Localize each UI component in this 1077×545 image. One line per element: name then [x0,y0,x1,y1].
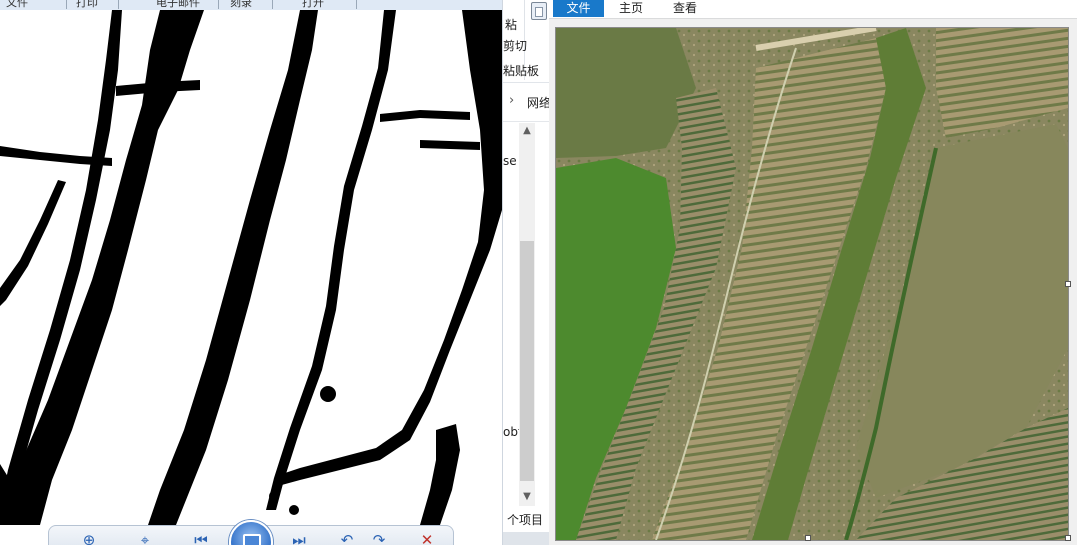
menu-separator [272,0,273,9]
paste-icon[interactable] [531,2,547,20]
tab-view[interactable]: 查看 [663,0,707,17]
menu-file[interactable]: 文件 [6,0,28,9]
fit-icon[interactable]: ⌖ [135,533,155,545]
scroll-up-icon[interactable]: ▲ [519,125,535,139]
aerial-photo [556,25,1068,541]
delete-icon[interactable]: ✕ [417,533,437,545]
menu-separator [66,0,67,9]
resize-handle[interactable] [805,535,811,541]
taskbar-strip [503,532,550,545]
aerial-field-image[interactable] [555,25,1069,541]
nav-item-label: 网络 [527,96,550,110]
file-name-partial[interactable]: se [503,154,517,168]
resize-handle[interactable] [1065,281,1071,287]
explorer-ribbon: 粘 剪切 粘贴板 [503,0,550,83]
photo-viewer-window: 文件 打印 电子邮件 刻录 打开 ⊕ ⌖ ⏮ ⏭ ↶ ↷ ✕ [0,0,502,545]
mask-dot [289,505,299,515]
zoom-icon[interactable]: ⊕ [79,533,99,545]
mask-dot [269,491,279,501]
canvas-area [549,19,1077,545]
tab-home[interactable]: 主页 [609,0,653,17]
menu-burn[interactable]: 刻录 [230,0,252,9]
nav-item-network[interactable]: › 网络 [503,89,550,113]
previous-icon[interactable]: ⏮ [191,533,211,545]
menu-separator [118,0,119,9]
scroll-down-icon[interactable]: ▼ [519,491,535,505]
segmentation-mask-image [0,10,502,525]
rotate-left-icon[interactable]: ↶ [337,533,357,545]
menu-email[interactable]: 电子邮件 [156,0,200,9]
status-bar: 个项目 [503,506,550,532]
menu-separator [356,0,357,9]
mask-dot [320,386,336,402]
tab-file[interactable]: 文件 [553,0,604,17]
ribbon-cut-button[interactable]: 剪切 [503,37,527,54]
chevron-right-icon[interactable]: › [509,93,514,108]
viewer-toolbar: ⊕ ⌖ ⏮ ⏭ ↶ ↷ ✕ [48,520,454,545]
item-count: 个项目 [507,513,544,527]
resize-handle[interactable] [1065,535,1071,541]
vertical-scrollbar[interactable]: ▲ ▼ [519,123,535,508]
next-icon[interactable]: ⏭ [289,533,309,545]
scrollbar-thumb[interactable] [520,241,534,481]
ribbon-clipboard-group: 粘贴板 [503,64,540,78]
ribbon-tab-bar: 文件 主页 查看 [549,0,1077,19]
menu-print[interactable]: 打印 [76,0,98,9]
ribbon-paste-label[interactable]: 粘 [505,16,517,33]
menu-open[interactable]: 打开 [302,0,324,9]
rotate-right-icon[interactable]: ↷ [369,533,389,545]
menu-separator [218,0,219,9]
file-explorer-window: 粘 剪切 粘贴板 › 网络 se obt ▲ ▼ 个项目 [502,0,550,545]
image-editor-window: 文件 主页 查看 [549,0,1077,545]
